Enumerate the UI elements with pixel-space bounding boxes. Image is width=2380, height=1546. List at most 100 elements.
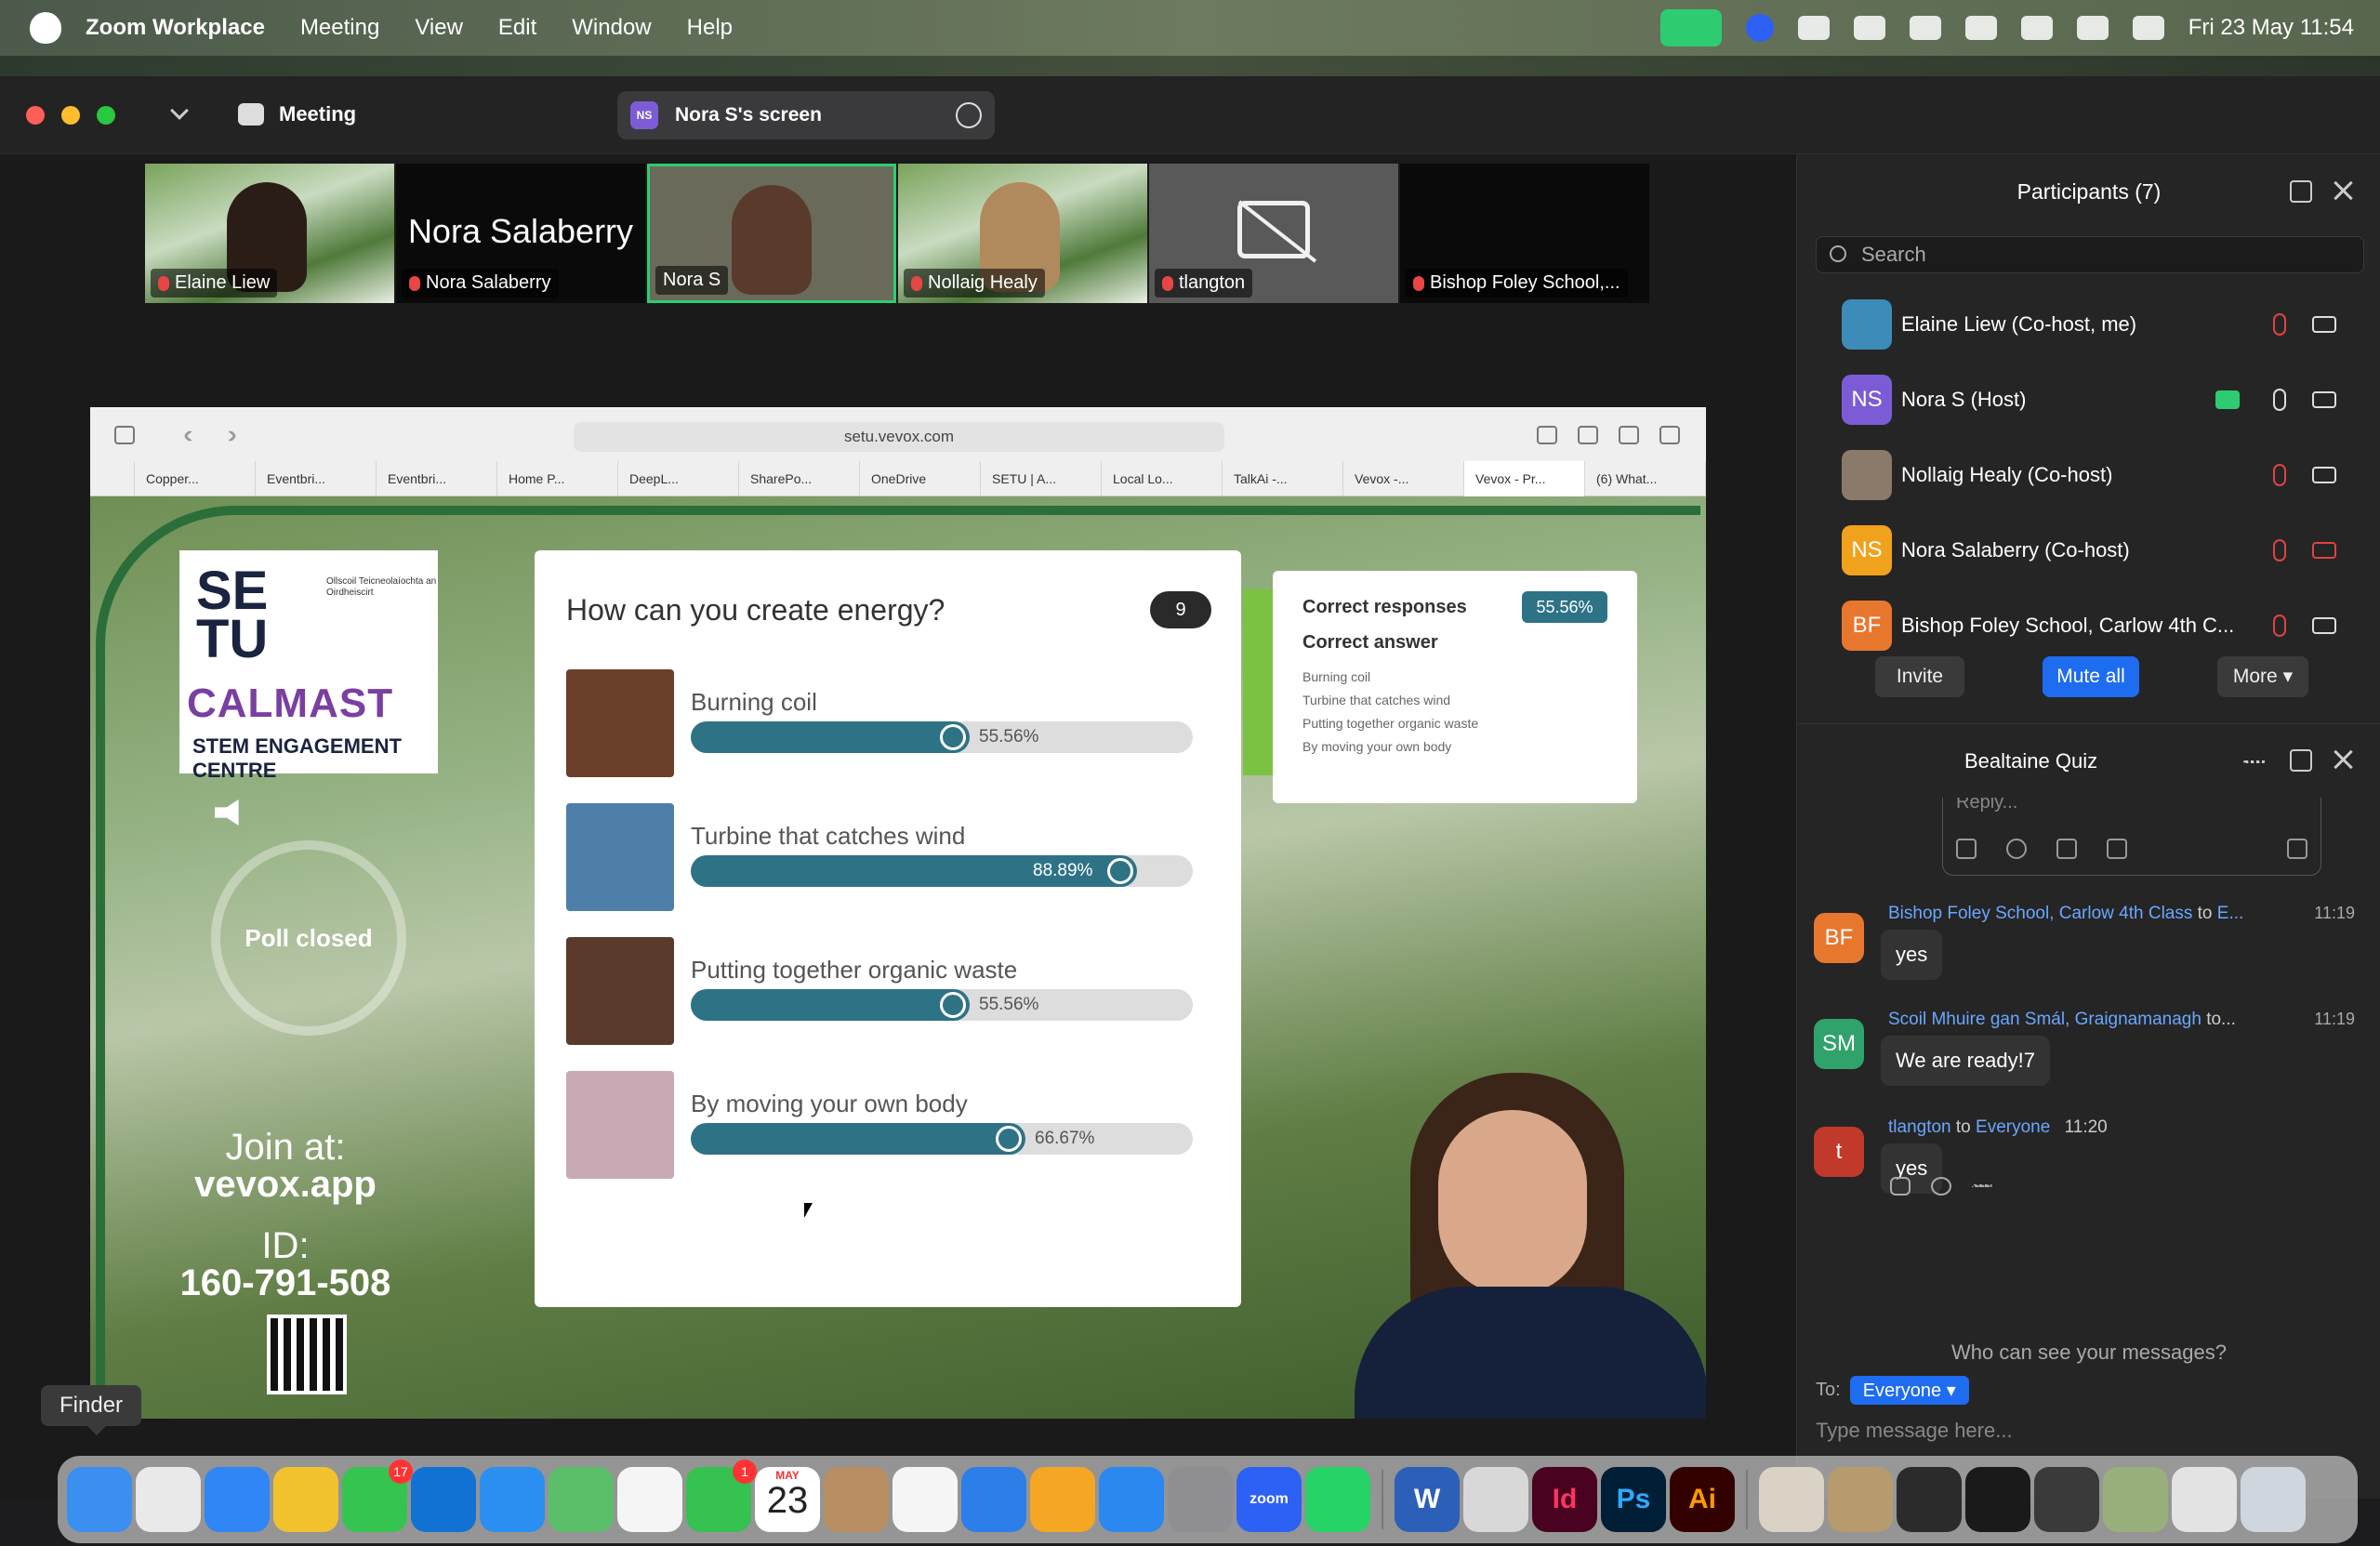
pages-icon[interactable] [1030,1467,1095,1532]
browser-tab[interactable]: TalkAi -... [1223,461,1343,496]
video-tile[interactable]: Elaine Liew [145,164,394,303]
forward-icon[interactable] [223,429,238,443]
screenshot-icon[interactable] [2107,839,2127,859]
apple-icon[interactable] [30,12,61,44]
safari-icon[interactable] [205,1467,270,1532]
menu-help[interactable]: Help [687,15,733,41]
emoji-icon[interactable] [2006,839,2027,859]
keynote-icon[interactable] [961,1467,1026,1532]
more-options-icon[interactable] [956,102,982,128]
mic-icon[interactable] [2273,388,2286,411]
close-icon[interactable] [2331,747,2355,772]
message-bubble[interactable]: We are ready!7 [1881,1036,2051,1086]
zoom-icon[interactable]: zoom [1236,1467,1302,1532]
recipient-dropdown[interactable]: Everyone ▾ [1849,1376,1969,1405]
spotlight-search-icon[interactable] [2076,16,2109,40]
reminders-icon[interactable] [892,1467,958,1532]
chrome-icon[interactable] [273,1467,338,1532]
participant-row[interactable]: NS Nora S (Host) [1797,362,2380,437]
who-can-see-link[interactable]: Who can see your messages? [1797,1341,2380,1365]
video-tile[interactable]: tlangton [1149,164,1398,303]
browser-tab[interactable]: SharePo... [739,461,860,496]
menu-meeting[interactable]: Meeting [300,15,379,41]
video-tile[interactable]: Nora Salaberry Nora Salaberry [396,164,645,303]
reply-icon[interactable] [1890,1177,1911,1196]
sidebar-icon[interactable] [114,426,135,444]
icloud-icon[interactable] [1853,16,1885,40]
more-button[interactable]: More ▾ [2217,656,2308,697]
close-icon[interactable] [2331,178,2355,203]
browser-tab[interactable]: Home P... [497,461,618,496]
format-icon[interactable] [1956,839,1977,859]
outlook-icon[interactable] [411,1467,476,1532]
preview-icon[interactable] [1463,1467,1528,1532]
menu-view[interactable]: View [415,15,463,41]
tab-icon[interactable] [90,461,135,496]
browser-tab[interactable]: DeepL... [618,461,739,496]
facetime-icon[interactable]: 1 [686,1460,757,1532]
address-bar[interactable]: setu.vevox.com [574,422,1224,452]
calendar-icon[interactable]: MAY 23 [755,1467,820,1532]
participant-search-input[interactable]: Search [1816,236,2364,273]
chevron-down-icon[interactable] [170,101,189,120]
control-center-icon[interactable] [2132,16,2164,40]
window-3-icon[interactable] [1897,1467,1962,1532]
window-6-icon[interactable] [2103,1467,2168,1532]
muted-mic-icon[interactable] [2273,614,2286,637]
system-settings-icon[interactable] [1168,1467,1233,1532]
finder-icon[interactable] [67,1467,132,1532]
photoshop-icon[interactable]: Ps [1601,1467,1666,1532]
mute-all-button[interactable]: Mute all [2043,656,2139,697]
meeting-info[interactable]: Meeting [238,102,356,126]
camera-icon[interactable] [2312,390,2336,408]
trash-icon[interactable] [2241,1467,2306,1532]
camera-icon[interactable] [2312,466,2336,483]
battery-icon[interactable] [1964,16,1997,40]
browser-tab[interactable]: Copper... [135,461,256,496]
muted-mic-icon[interactable] [2273,538,2286,562]
window-2-icon[interactable] [1828,1467,1893,1532]
menu-edit[interactable]: Edit [498,15,536,41]
file-icon[interactable] [2056,839,2077,859]
browser-tab-active[interactable]: Vevox - Pr... [1464,461,1585,496]
indesign-icon[interactable]: Id [1532,1467,1597,1532]
tab-overview-icon[interactable] [1659,426,1680,444]
chat-input[interactable]: Type message here... [1816,1419,2013,1443]
window-4-icon[interactable] [1965,1467,2030,1532]
back-icon[interactable] [182,429,197,443]
photos-icon[interactable] [617,1467,682,1532]
camera-icon[interactable] [2312,616,2336,634]
app-store-icon[interactable] [1099,1467,1164,1532]
browser-tab[interactable]: Eventbri... [377,461,497,496]
close-window-button[interactable] [26,106,45,125]
participant-row[interactable]: BF Bishop Foley School, Carlow 4th C... [1797,588,2380,663]
reply-box[interactable]: Reply... [1942,798,2321,876]
video-tile-active-speaker[interactable]: Nora S [647,164,896,303]
window-5-icon[interactable] [2034,1467,2099,1532]
video-tile[interactable]: Bishop Foley School,... [1400,164,1649,303]
browser-tab[interactable]: OneDrive [860,461,981,496]
browser-tab[interactable]: (6) What... [1585,461,1706,496]
muted-mic-icon[interactable] [2273,312,2286,336]
participant-row[interactable]: Nollaig Healy (Co-host) [1797,437,2380,512]
menu-window[interactable]: Window [572,15,651,41]
more-icon[interactable] [1972,1184,1992,1188]
maps-icon[interactable] [549,1467,614,1532]
cloud-sync-icon[interactable] [1797,16,1830,40]
message-bubble[interactable]: yes [1881,930,1943,980]
illustrator-icon[interactable]: Ai [1670,1467,1735,1532]
share-icon[interactable] [1578,426,1598,444]
screen-record-icon[interactable] [1909,16,1941,40]
wifi-icon[interactable] [2020,16,2053,40]
download-icon[interactable] [1537,426,1557,444]
messages-icon[interactable]: 17 [342,1460,413,1532]
send-icon[interactable] [2287,839,2307,859]
pop-out-icon[interactable] [2290,749,2312,772]
participant-row[interactable]: Elaine Liew (Co-host, me) [1797,286,2380,362]
invite-button[interactable]: Invite [1875,656,1964,697]
window-7-icon[interactable] [2172,1467,2237,1532]
video-tile[interactable]: Nollaig Healy [898,164,1147,303]
shared-screen[interactable]: setu.vevox.com Copper... Eventbri... Eve… [90,407,1706,1419]
zoom-window-button[interactable] [97,106,115,125]
whatsapp-icon[interactable] [1305,1467,1370,1532]
